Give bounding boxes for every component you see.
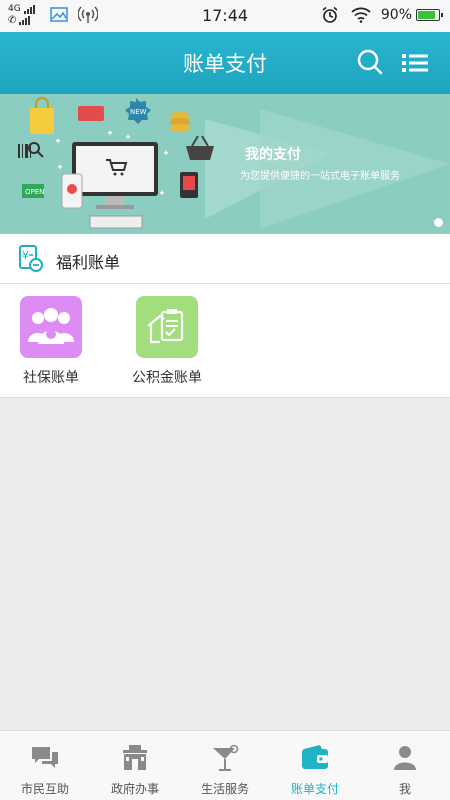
battery-percent: 90% <box>380 7 412 23</box>
cocktail-icon <box>213 744 239 771</box>
government-building-icon <box>123 745 147 770</box>
coins-icon <box>170 112 190 132</box>
nav-citizen-help[interactable]: 市民互助 <box>0 731 90 800</box>
carousel-indicator[interactable] <box>434 218 443 227</box>
svg-text:¥: ¥ <box>22 249 29 262</box>
banner-illustration: NEW OPEN <box>18 97 450 229</box>
bill-grid: 社保账单 公积金账单 <box>0 284 450 398</box>
list-menu-icon <box>402 54 428 72</box>
wifi-icon <box>351 7 371 23</box>
svg-text:OPEN: OPEN <box>25 188 44 196</box>
housing-fund-bill-tile[interactable]: 公积金账单 <box>107 296 227 387</box>
nav-label: 生活服务 <box>200 782 249 796</box>
monitor-icon <box>72 142 158 209</box>
search-icon <box>357 49 383 75</box>
battery-icon <box>416 9 443 21</box>
credit-card-icon <box>78 106 104 121</box>
nav-bill-payment[interactable]: 账单支付 <box>270 731 360 800</box>
keyboard-icon <box>89 215 143 229</box>
phone-device-icon <box>61 173 83 209</box>
people-icon <box>28 308 74 344</box>
banner-subtitle: 为您提供便捷的一站式电子账单服务 <box>240 171 400 182</box>
tile-icon-bg <box>20 296 82 358</box>
bill-icon: ¥ <box>19 245 43 272</box>
bottom-navigation: 市民互助 政府办事 生活服务 账单支付 我 <box>0 730 450 800</box>
new-badge-icon: NEW <box>125 98 151 124</box>
house-clipboard-icon <box>147 309 184 344</box>
person-icon <box>394 746 416 770</box>
section-title: 福利账单 <box>56 253 121 272</box>
welfare-bills-header: ¥ 福利账单 <box>0 234 450 284</box>
nav-life-services[interactable]: 生活服务 <box>180 731 270 800</box>
open-sign-icon: OPEN <box>22 184 44 198</box>
nav-government-affairs[interactable]: 政府办事 <box>90 731 180 800</box>
promo-banner[interactable]: NEW OPEN 我的支付 为您提供便捷的一站式电子账单服务 <box>0 94 450 234</box>
tile-label: 公积金账单 <box>132 370 202 386</box>
status-right: 90% <box>321 6 443 24</box>
search-button[interactable] <box>353 46 387 80</box>
nav-me[interactable]: 我 <box>360 731 450 800</box>
barcode-scanner-icon <box>18 142 44 158</box>
nav-label: 市民互助 <box>20 782 69 796</box>
nav-label: 账单支付 <box>290 782 339 796</box>
tile-icon-bg <box>136 296 198 358</box>
alarm-icon <box>322 6 338 23</box>
nav-label: 政府办事 <box>110 782 159 796</box>
shopping-bag-icon <box>30 97 54 134</box>
banner-title: 我的支付 <box>245 147 301 163</box>
wallet-icon <box>302 745 328 769</box>
tablet-icon <box>180 172 198 198</box>
social-insurance-bill-tile[interactable]: 社保账单 <box>0 296 111 387</box>
menu-button[interactable] <box>398 46 432 80</box>
tile-label: 社保账单 <box>23 370 79 386</box>
chat-bubbles-icon <box>32 747 58 768</box>
app-header: 账单支付 <box>0 32 450 94</box>
nav-label: 我 <box>398 782 411 796</box>
status-bar: 4G ✆ 17:44 90% <box>0 0 450 32</box>
svg-text:NEW: NEW <box>130 108 147 116</box>
